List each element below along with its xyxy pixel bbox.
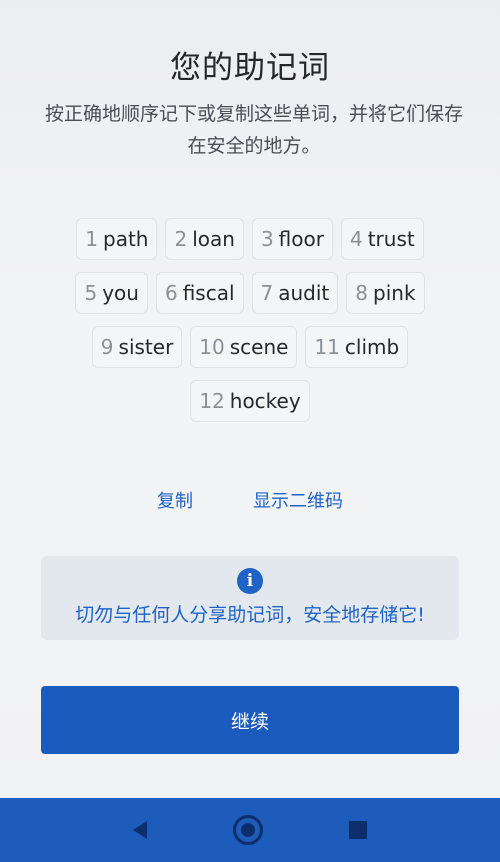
word-number: 5 [84,281,98,305]
word-row: 9 sister 10 scene 11 climb [0,326,500,368]
word-chip: 11 climb [305,326,409,368]
word-chip: 2 loan [165,218,244,260]
word-text: sister [118,335,174,359]
home-icon[interactable] [233,815,263,845]
word-text: trust [367,227,415,251]
word-chip: 9 sister [91,326,183,368]
word-text: scene [229,335,289,359]
word-row: 1 path 2 loan 3 floor 4 trust [0,218,500,260]
word-number: 6 [164,281,178,305]
word-number: 1 [85,227,98,251]
word-number: 3 [260,227,274,251]
word-text: pink [373,281,416,305]
recents-icon[interactable] [349,821,367,839]
instructions-text: 按正确地顺序记下或复制这些单词，并将它们保存在安全的地方。 [44,103,463,157]
word-text: hockey [229,389,301,413]
word-text: climb [344,335,400,359]
word-chip: 7 audit [251,272,339,314]
word-number: 9 [100,335,114,359]
word-chip: 12 hockey [190,380,310,422]
page-title: 您的助记词 [170,50,330,86]
mnemonic-word-grid: 1 path 2 loan 3 floor 4 trust 5 you 6 fiscal 7… [0,218,500,434]
word-chip: 8 pink [346,272,425,314]
continue-button-label: 继续 [230,710,269,733]
word-number: 7 [260,281,274,305]
system-navigation-bar [0,798,500,862]
word-text: floor [278,227,324,251]
word-number: 2 [174,227,188,251]
word-chip: 3 floor [251,218,333,260]
copy-button[interactable]: 复制 [157,487,193,513]
word-row: 5 you 6 fiscal 7 audit 8 pink [0,272,500,314]
word-chip: 1 path [76,218,158,260]
word-number: 12 [199,389,225,413]
continue-button[interactable]: 继续 [41,686,459,754]
back-icon[interactable] [133,821,147,839]
word-number: 8 [355,281,369,305]
word-text: audit [278,281,330,305]
word-text: loan [192,227,235,251]
word-number: 4 [349,227,363,251]
word-chip: 4 trust [340,218,424,260]
word-chip: 10 scene [190,326,298,368]
word-chip: 5 you [75,272,148,314]
mnemonic-actions: 复制 显示二维码 [0,487,500,513]
security-notice-text: 切勿与任何人分享助记词，安全地存储它! [75,604,425,626]
word-text: path [103,227,149,251]
word-chip: 6 fiscal [155,272,244,314]
word-text: you [102,281,139,305]
word-number: 10 [199,335,225,359]
word-row: 12 hockey [0,380,500,422]
security-notice: i 切勿与任何人分享助记词，安全地存储它! [41,556,459,640]
info-icon: i [237,568,263,594]
word-number: 11 [314,335,340,359]
word-text: fiscal [182,281,235,305]
show-qr-code-button[interactable]: 显示二维码 [253,487,343,513]
